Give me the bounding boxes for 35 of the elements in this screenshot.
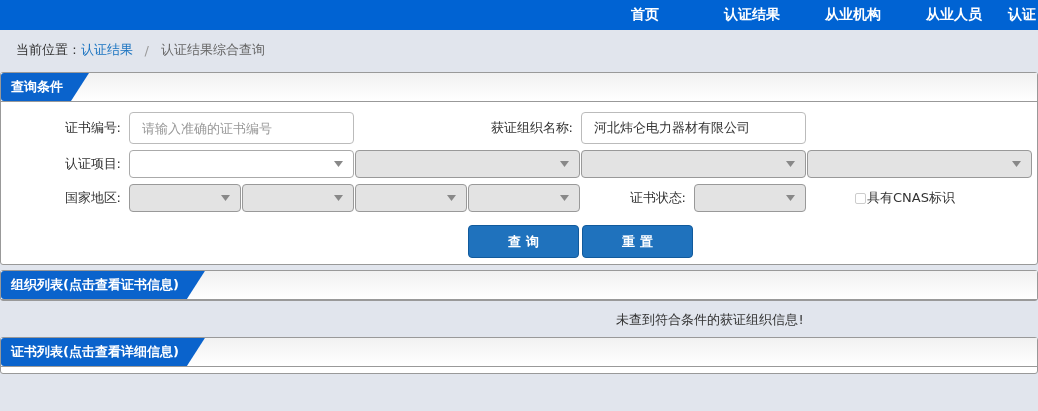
nav-link[interactable]: 认证结果 xyxy=(679,6,780,24)
field-label: 证书编号: xyxy=(63,119,122,137)
caret-icon xyxy=(560,161,569,167)
nav-link[interactable]: 认证 xyxy=(982,6,1036,24)
org-name-field[interactable]: 河北炜仑电力器材有限公司 xyxy=(581,112,806,144)
empty-message: 未查到符合条件的获证组织信息! xyxy=(616,312,804,327)
section-title: 证书列表(点击查看详细信息) xyxy=(1,338,205,366)
caret-icon xyxy=(560,195,569,201)
field-label: 国家地区: xyxy=(63,189,122,207)
checkbox-label: 具有CNAS标识 xyxy=(867,189,955,207)
cert-number-field[interactable]: 请输入准确的证书编号 xyxy=(129,112,354,144)
breadcrumb-separator: / xyxy=(144,42,149,58)
field-label: 获证组织名称: xyxy=(489,119,574,137)
caret-icon xyxy=(447,195,456,201)
field-label: 认证项目: xyxy=(63,155,122,173)
breadcrumb-label: 当前位置 : xyxy=(16,41,77,59)
caret-icon xyxy=(334,161,343,167)
caret-icon xyxy=(1012,161,1021,167)
section-title: 查询条件 xyxy=(1,73,89,101)
caret-icon xyxy=(221,195,230,201)
caret-icon xyxy=(786,195,795,201)
breadcrumb-link[interactable]: 认证结果 xyxy=(80,41,133,59)
field-label: 证书状态: xyxy=(628,189,687,207)
search-button[interactable]: 查 询 xyxy=(468,225,579,258)
nav-link[interactable]: 首页 xyxy=(586,6,679,24)
cnas-checkbox[interactable]: 具有CNAS标识 xyxy=(807,184,1033,212)
nav-link[interactable]: 从业人员 xyxy=(881,6,982,24)
nav-link[interactable]: 从业机构 xyxy=(780,6,881,24)
reset-button[interactable]: 重 置 xyxy=(582,225,693,258)
caret-icon xyxy=(786,161,795,167)
breadcrumb-current: 认证结果综合查询 xyxy=(160,41,265,59)
section-title: 组织列表(点击查看证书信息) xyxy=(1,271,205,299)
caret-icon xyxy=(334,195,343,201)
checkbox[interactable] xyxy=(855,192,866,204)
dropdown[interactable] xyxy=(129,150,354,178)
